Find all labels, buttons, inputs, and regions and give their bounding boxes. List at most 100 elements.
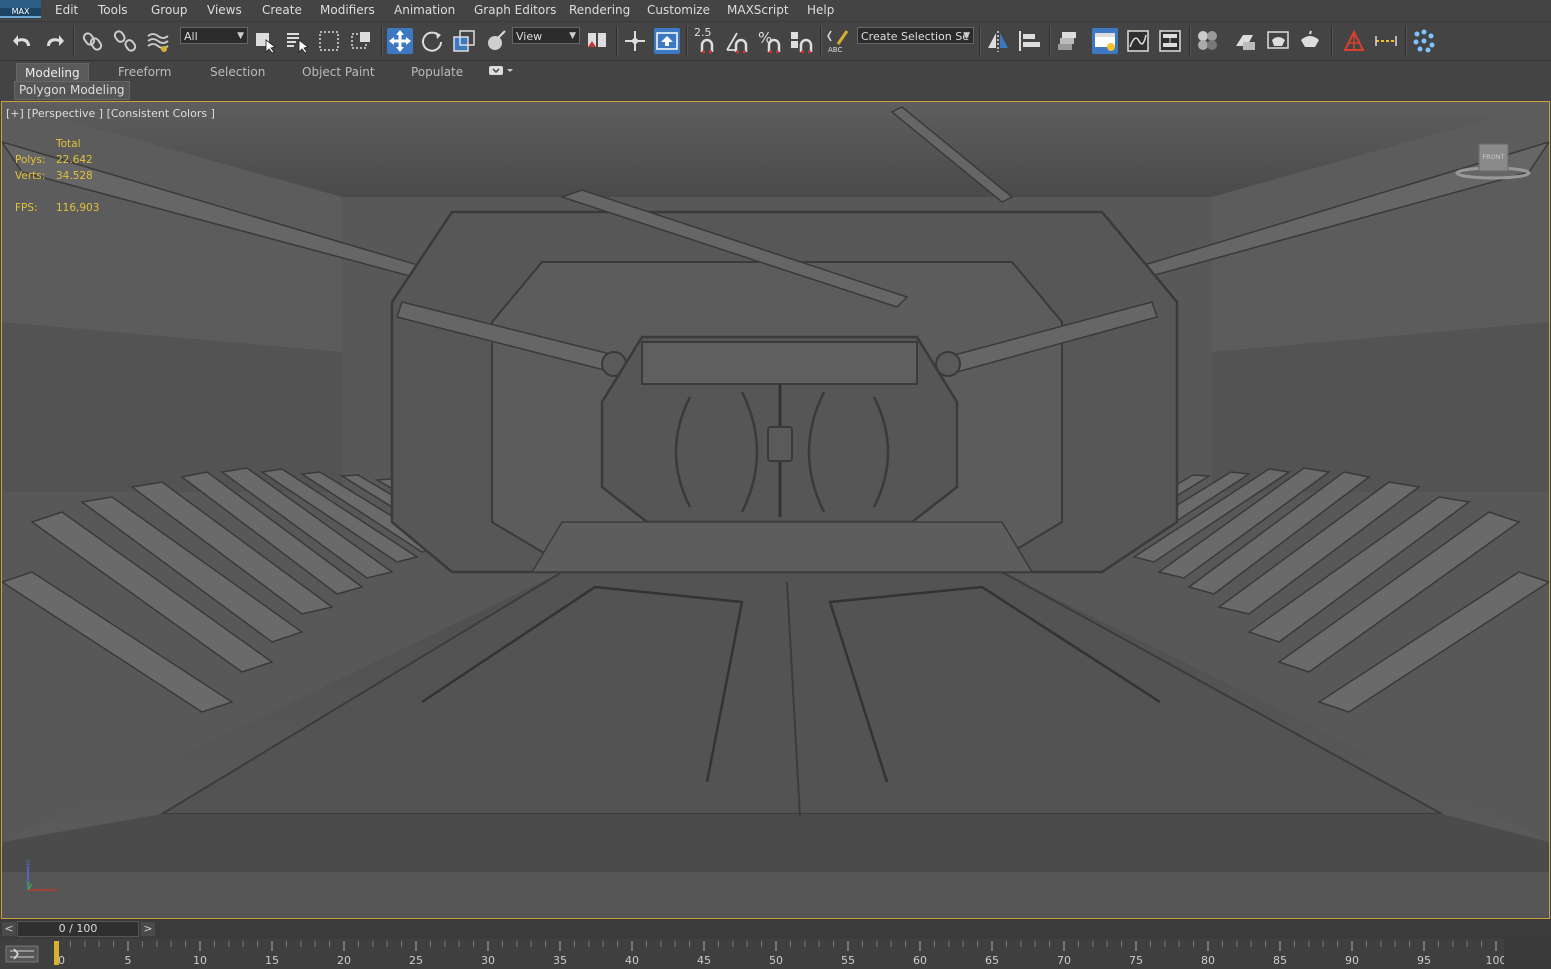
tab-object-paint[interactable]: Object Paint	[302, 63, 375, 81]
align-icon[interactable]	[1017, 28, 1043, 54]
toolbar-separator	[979, 26, 981, 56]
track-tick-label: 40	[625, 954, 639, 967]
menu-modifiers[interactable]: Modifiers	[320, 3, 375, 17]
named-selection-input[interactable]: Create Selection Se ▼	[857, 27, 974, 44]
track-tick-label: 50	[769, 954, 783, 967]
menu-maxscript[interactable]: MAXScript	[727, 3, 789, 17]
chevron-down-icon: ▼	[963, 31, 970, 41]
app-logo-label: MAX	[0, 8, 41, 16]
toolbar-separator	[73, 26, 75, 56]
svg-text:ABC: ABC	[828, 46, 842, 54]
render-setup-icon[interactable]	[1233, 28, 1259, 54]
keyboard-shortcut-icon[interactable]	[654, 28, 680, 54]
menu-rendering[interactable]: Rendering	[569, 3, 630, 17]
main-toolbar: All ▼ View ▼ 2.5 % ABC Create Selection …	[0, 22, 1551, 61]
select-object-icon[interactable]	[252, 28, 278, 54]
rect-region-icon[interactable]	[317, 28, 343, 54]
track-ruler[interactable]: 0 5 10 15 20 25 30 35 40 45 50 55 60 65 70 75 80 85 90 95 10…	[54, 939, 1504, 969]
percent-snap-icon[interactable]: %	[756, 28, 782, 54]
select-scale-icon[interactable]	[451, 28, 477, 54]
curve-editor-icon[interactable]	[1125, 28, 1151, 54]
track-tick-label: 60	[913, 954, 927, 967]
toolbar-separator	[381, 26, 383, 56]
stats-total-label: Total	[56, 138, 81, 150]
snaps-toggle-icon[interactable]: 2.5	[692, 26, 718, 54]
viewcube-face-label: FRONT	[1482, 153, 1504, 161]
track-tick-label: 20	[337, 954, 351, 967]
menu-views[interactable]: Views	[207, 3, 242, 17]
track-tick-label: 10	[193, 954, 207, 967]
measure-icon[interactable]	[1373, 28, 1399, 54]
axis-y-label: y	[26, 879, 31, 888]
mini-curve-editor-icon[interactable]	[4, 943, 40, 965]
viewport-label[interactable]: [+] [Perspective ] [Consistent Colors ]	[6, 107, 215, 120]
placement-icon[interactable]	[483, 28, 509, 54]
unlink-icon[interactable]	[112, 28, 138, 54]
selection-filter-dropdown[interactable]: All ▼	[180, 27, 248, 44]
bind-space-warp-icon[interactable]	[145, 28, 171, 54]
menu-bar: MAX Edit Tools Group Views Create Modifi…	[0, 0, 1551, 22]
track-tick-label: 55	[841, 954, 855, 967]
ref-coord-dropdown[interactable]: View ▼	[512, 27, 580, 44]
current-frame-marker[interactable]	[54, 941, 59, 965]
ribbon-options-icon[interactable]	[489, 66, 515, 76]
material-editor-icon[interactable]	[1195, 28, 1221, 54]
tab-selection[interactable]: Selection	[210, 63, 265, 81]
time-slider-bar: < 0 / 100 >	[0, 919, 1551, 939]
time-slider[interactable]: 0 / 100	[17, 921, 139, 937]
time-next-button[interactable]: >	[141, 922, 155, 936]
toolbar-separator	[1189, 26, 1191, 56]
toolbar-separator	[1049, 26, 1051, 56]
menu-edit[interactable]: Edit	[55, 3, 78, 17]
edit-named-selection-icon[interactable]: ABC	[825, 28, 851, 54]
stats-fps-label: FPS:	[15, 202, 38, 214]
menu-tools[interactable]: Tools	[98, 3, 128, 17]
menu-customize[interactable]: Customize	[647, 3, 710, 17]
link-icon[interactable]	[80, 28, 106, 54]
render-production-icon[interactable]	[1297, 28, 1323, 54]
angle-snap-icon[interactable]	[724, 28, 750, 54]
schematic-view-icon[interactable]	[1157, 28, 1183, 54]
ribbon-panel-polygon-modeling[interactable]: Polygon Modeling	[14, 81, 130, 100]
undo-icon[interactable]	[10, 28, 36, 54]
stats-polys-value: 22.642	[56, 154, 93, 166]
named-selection-placeholder: Create Selection Se	[861, 30, 969, 43]
track-tick-label: 65	[985, 954, 999, 967]
rendered-frame-icon[interactable]	[1265, 28, 1291, 54]
menu-help[interactable]: Help	[807, 3, 834, 17]
viewcube-icon[interactable]: FRONT	[1453, 142, 1533, 182]
tab-modeling[interactable]: Modeling	[16, 63, 89, 82]
stats-verts-value: 34.528	[56, 170, 93, 182]
civil-view-icon[interactable]	[1341, 28, 1367, 54]
menu-graph-editors[interactable]: Graph Editors	[474, 3, 556, 17]
track-tick-label: 95	[1417, 954, 1431, 967]
track-tick-label: 0	[58, 954, 65, 967]
track-tick-label: 5	[125, 954, 132, 967]
toolbar-separator	[820, 26, 822, 56]
manipulate-icon[interactable]	[622, 28, 648, 54]
time-prev-button[interactable]: <	[2, 922, 16, 936]
ref-coord-value: View	[516, 30, 543, 43]
menu-group[interactable]: Group	[151, 3, 188, 17]
tab-populate[interactable]: Populate	[411, 63, 463, 81]
window-crossing-icon[interactable]	[349, 28, 375, 54]
menu-animation[interactable]: Animation	[394, 3, 455, 17]
spinner-snap-icon[interactable]	[788, 28, 814, 54]
select-by-name-icon[interactable]	[284, 28, 310, 54]
track-tick-label: 100	[1486, 954, 1505, 967]
stats-verts-label: Verts:	[15, 170, 46, 182]
app-logo[interactable]: MAX	[0, 0, 41, 18]
select-rotate-icon[interactable]	[419, 28, 445, 54]
perspective-viewport[interactable]: [+] [Perspective ] [Consistent Colors ] …	[1, 101, 1550, 919]
tab-freeform[interactable]: Freeform	[118, 63, 171, 81]
layer-explorer-icon[interactable]	[1092, 28, 1118, 54]
mirror-icon[interactable]	[985, 28, 1011, 54]
pivot-icon[interactable]	[585, 28, 611, 54]
toolbar-separator	[1331, 26, 1333, 56]
menu-create[interactable]: Create	[262, 3, 302, 17]
redo-icon[interactable]	[41, 28, 67, 54]
particle-view-icon[interactable]	[1411, 28, 1437, 54]
scene-explorer-icon[interactable]	[1055, 28, 1081, 54]
track-bar: 0 5 10 15 20 25 30 35 40 45 50 55 60 65 70 75 80 85 90 95 10…	[0, 939, 1551, 969]
select-move-icon[interactable]	[387, 28, 413, 54]
